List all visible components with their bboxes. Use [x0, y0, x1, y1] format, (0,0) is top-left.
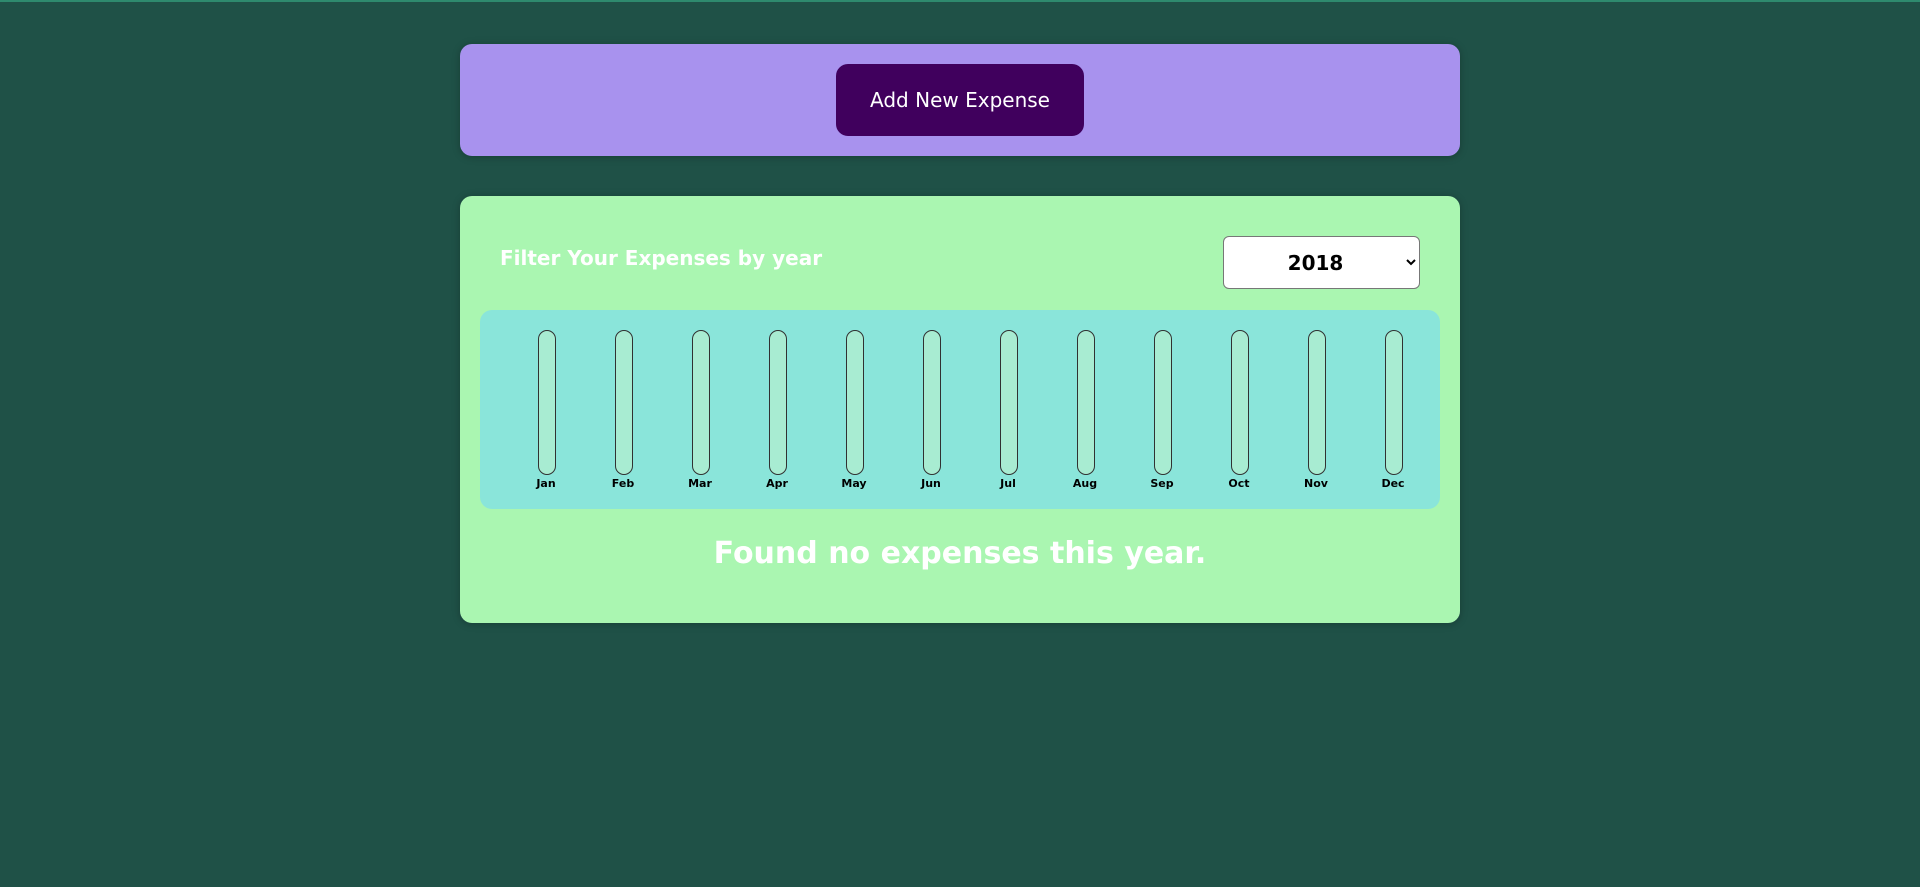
chart-bar-label: Jan [536, 477, 556, 490]
chart-bar-track [1077, 330, 1095, 475]
chart-bar-track [1308, 330, 1326, 475]
chart-bar-track [846, 330, 864, 475]
chart-bar-oct: Oct [1201, 330, 1277, 490]
chart-bar-track [1231, 330, 1249, 475]
chart-bar-label: Dec [1381, 477, 1405, 490]
chart-bar-track [615, 330, 633, 475]
chart-bar-track [1154, 330, 1172, 475]
chart-bar-track [1385, 330, 1403, 475]
chart-bar-jun: Jun [893, 330, 969, 490]
no-expenses-message: Found no expenses this year. [713, 536, 1207, 571]
chart-bar-apr: Apr [739, 330, 815, 490]
chart-bar-label: Mar [688, 477, 712, 490]
filter-label: Filter Your Expenses by year [500, 246, 823, 270]
chart-bar-track [692, 330, 710, 475]
chart-bar-dec: Dec [1355, 330, 1431, 490]
year-filter-select[interactable]: 2018 [1223, 236, 1420, 289]
chart-bar-jul: Jul [970, 330, 1046, 490]
chart-bar-may: May [816, 330, 892, 490]
chart-bar-sep: Sep [1124, 330, 1200, 490]
chart-bar-label: Sep [1150, 477, 1174, 490]
chart-bar-label: Jul [1000, 477, 1016, 490]
chart-bar-label: May [841, 477, 867, 490]
chart-bar-feb: Feb [585, 330, 661, 490]
expenses-chart: Jan Feb Mar Apr May Jun Jul Aug Sep Oct Nov Dec [480, 310, 1440, 509]
chart-bar-label: Aug [1072, 477, 1098, 490]
chart-bar-track [769, 330, 787, 475]
chart-bar-label: Apr [766, 477, 788, 490]
chart-bar-label: Jun [921, 477, 941, 490]
chart-bar-label: Feb [611, 477, 635, 490]
chart-bar-track [923, 330, 941, 475]
chart-bar-track [538, 330, 556, 475]
chart-bar-track [1000, 330, 1018, 475]
chart-bar-jan: Jan [508, 330, 584, 490]
chart-bar-mar: Mar [662, 330, 738, 490]
chart-bar-label: Oct [1228, 477, 1250, 490]
expenses-panel: Filter Your Expenses by year 2018 Jan Feb… [460, 196, 1460, 623]
new-expense-panel: Add New Expense [460, 44, 1460, 156]
chart-bar-aug: Aug [1047, 330, 1123, 490]
add-new-expense-button[interactable]: Add New Expense [836, 64, 1084, 136]
chart-bar-nov: Nov [1278, 330, 1354, 490]
chart-bar-label: Nov [1304, 477, 1328, 490]
